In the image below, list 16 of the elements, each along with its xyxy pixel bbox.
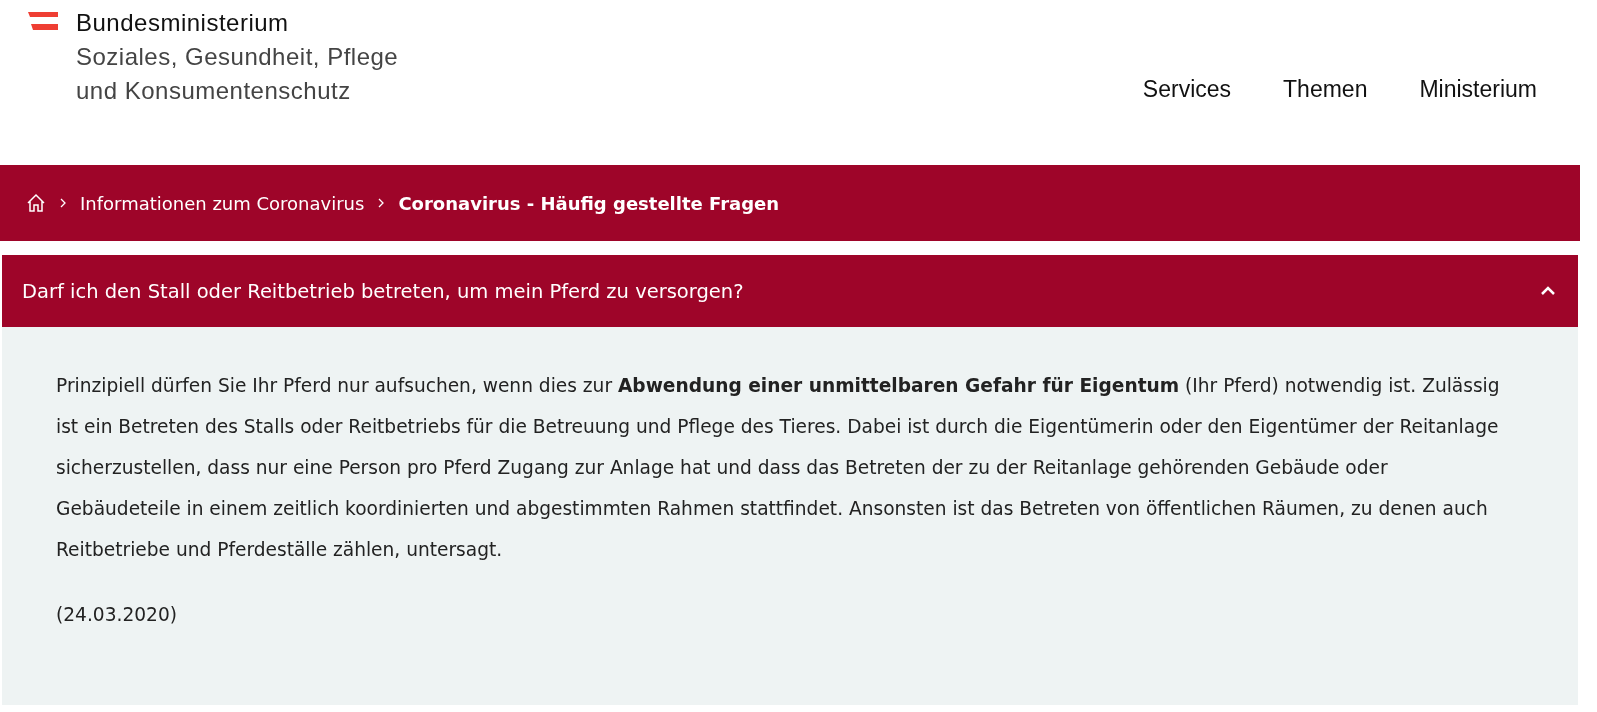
nav-link[interactable]: Services [1142, 76, 1232, 103]
faq-question[interactable]: Darf ich den Stall oder Reitbetrieb betreten, um mein Pferd zu versorgen? [2, 255, 1578, 327]
home-icon[interactable] [26, 193, 46, 213]
breadcrumb-link[interactable]: Coronavirus - Häufig gestellte Fragen [398, 192, 780, 214]
chevron-icon [1540, 286, 1556, 296]
chevron-right-icon [378, 198, 385, 208]
nav-link[interactable]: Ministerium [1419, 76, 1537, 103]
answer-text: (24.03.2020) [56, 603, 178, 627]
nav-link[interactable]: Themen [1283, 76, 1368, 103]
ministry-name: Soziales, Gesundheit, Pflege [76, 42, 399, 72]
chevron-right-icon [60, 198, 66, 208]
answer-text: Prinzipiell dürfen Sie Ihr Pferd nur aufsuchen, wenn dies zur Abwendung einer unmittelbaren Gefahr für Eigentum (Ihr Pferd) notwendig ist. Zulässig ist ein Betreten des Stalls oder Reitbetriebs für die Betreuung und Pflege des Tieres. Dabei ist durch die Eigentümerin oder den Eigentümer der Reitanlage sicherzustellen, dass nur eine Person pro Pferd Zugang zur Anlage hat und dass das Betreten der zu der Reitanlage gehörenden Gebäude oder Gebäudeteile in einem zeitlich koordinierten und abgestimmten Rahmen stattfindet. Ansonsten ist das Betreten von öffentlichen Räumen, zu denen auch Reitbetriebe und Pferdeställe zählen, untersagt. [56, 374, 1501, 562]
breadcrumb-link[interactable]: Informationen zum Coronavirus [80, 192, 365, 214]
flag-logo-icon [28, 12, 58, 30]
ministry-name: Bundesministerium [76, 8, 290, 38]
ministry-name: und Konsumentenschutz [76, 76, 352, 106]
